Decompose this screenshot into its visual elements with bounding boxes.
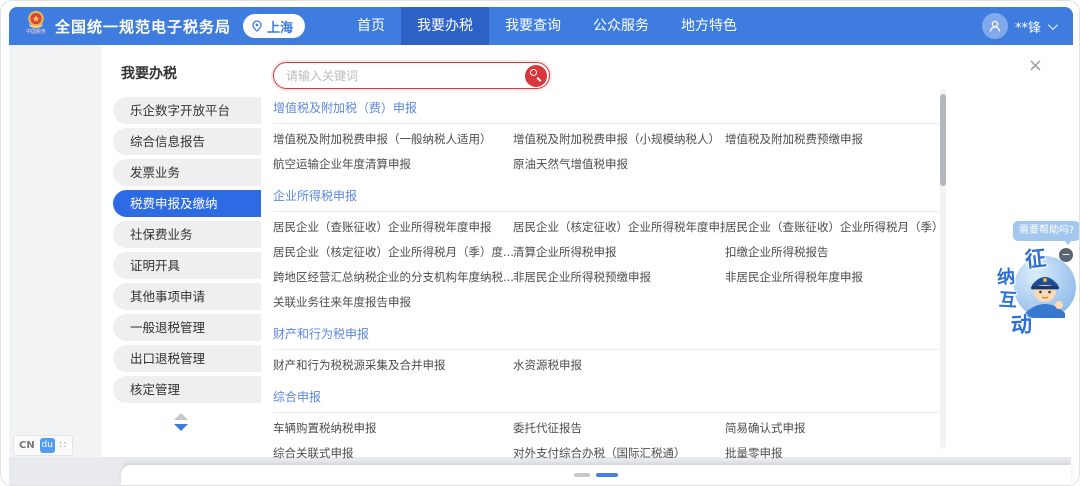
menu-item-link[interactable]: 简易确认式申报 (725, 416, 939, 441)
ime-language-label[interactable]: CN (19, 440, 35, 451)
section-items: 财产和行为税税源采集及合并申报水资源税申报 (273, 350, 939, 378)
scrollbar-thumb[interactable] (940, 94, 946, 186)
menu-item-link[interactable]: 居民企业（核定征收）企业所得税年度申报 (513, 215, 725, 240)
logo-subtext: 中国税务 (26, 27, 46, 35)
top-header: 中国税务 全国统一规范电子税务局 上海 首页 我要办税 我要查询 公众服务 地方… (9, 7, 1073, 45)
assistant-widget: 需要帮助吗? − 征 纳 互 动 (989, 219, 1080, 335)
menu-item-link[interactable]: 车辆购置税纳税申报 (273, 416, 513, 441)
user-name: **锋 (1015, 17, 1041, 36)
search-icon-handle (536, 77, 541, 82)
location-label: 上海 (267, 17, 293, 36)
menu-item-link[interactable]: 航空运输企业年度清算申报 (273, 152, 513, 177)
menu-item-link[interactable]: 财产和行为税税源采集及合并申报 (273, 353, 513, 378)
sidebar-menu: 乐企数字开放平台 综合信息报告 发票业务 税费申报及缴纳 社保费业务 证明开具 … (101, 97, 261, 403)
menu-item-link[interactable]: 原油天然气增值税申报 (513, 152, 725, 177)
app-window: 中国税务 全国统一规范电子税务局 上海 首页 我要办税 我要查询 公众服务 地方… (0, 0, 1080, 486)
section-items: 增值税及附加税费申报（一般纳税人适用）增值税及附加税费申报（小规模纳税人）增值税… (273, 124, 939, 177)
menu-item-link[interactable]: 增值税及附加税费预缴申报 (725, 127, 939, 152)
sidebar-pager (101, 413, 261, 431)
menu-item-link[interactable]: 非居民企业所得税预缴申报 (513, 265, 725, 290)
sidebar-item[interactable]: 社保费业务 (113, 221, 261, 248)
section-title: 企业所得税申报 (273, 189, 939, 212)
nav-item[interactable]: 首页 (341, 7, 401, 45)
section-items: 车辆购置税纳税申报委托代征报告简易确认式申报综合关联式申报对外支付综合办税（国际… (273, 413, 939, 466)
location-selector[interactable]: 上海 (243, 14, 305, 38)
section-vat: 增值税及附加税（费）申报 增值税及附加税费申报（一般纳税人适用）增值税及附加税费… (273, 101, 939, 177)
assistant-char: 征 (1023, 242, 1047, 274)
menu-item-link[interactable]: 非居民企业所得税年度申报 (725, 265, 939, 290)
main-nav: 首页 我要办税 我要查询 公众服务 地方特色 (341, 7, 753, 45)
sidebar-heading: 我要办税 (121, 63, 261, 83)
menu-item-link[interactable]: 水资源税申报 (513, 353, 725, 378)
app-title: 全国统一规范电子税务局 (55, 16, 231, 37)
user-menu[interactable]: **锋 (982, 13, 1055, 39)
section-title: 综合申报 (273, 390, 939, 413)
sidebar-item[interactable]: 综合信息报告 (113, 128, 261, 155)
close-icon[interactable]: × (1028, 57, 1043, 75)
assistant-bubble[interactable]: 需要帮助吗? (1013, 221, 1080, 241)
search-button[interactable] (525, 65, 547, 87)
menu-item-link[interactable]: 居民企业（查账征收）企业所得税月（季）度... (725, 215, 939, 240)
menu-item-link[interactable]: 综合关联式申报 (273, 441, 513, 466)
sidebar-item[interactable]: 发票业务 (113, 159, 261, 186)
mega-menu-panel: × 增值税及附加税（费）申报 增值税及附加税费申报（一般纳税人适用）增值税及附加… (261, 45, 1071, 457)
menu-item-link[interactable]: 居民企业（核定征收）企业所得税月（季）度... (273, 240, 513, 265)
menu-item-link[interactable]: 居民企业（查账征收）企业所得税年度申报 (273, 215, 513, 240)
section-title: 增值税及附加税（费）申报 (273, 101, 939, 124)
ime-brand-badge[interactable]: du (40, 438, 55, 453)
location-pin-icon (251, 20, 263, 32)
menu-item-link[interactable]: 关联业务往来年度报告申报 (273, 290, 513, 315)
sidebar-item[interactable]: 出口退税管理 (113, 345, 261, 372)
tax-emblem-logo: 中国税务 (23, 10, 49, 42)
menu-item-link[interactable]: 扣缴企业所得税报告 (725, 240, 939, 265)
search-icon (530, 69, 537, 76)
sidebar-item[interactable]: 一般退税管理 (113, 314, 261, 341)
menu-item-link[interactable]: 增值税及附加税费申报（一般纳税人适用） (273, 127, 513, 152)
section-items: 居民企业（查账征收）企业所得税年度申报居民企业（核定征收）企业所得税年度申报居民… (273, 212, 939, 315)
user-avatar (982, 13, 1008, 39)
sidebar-item[interactable]: 核定管理 (113, 376, 261, 403)
page-down-icon[interactable] (174, 424, 188, 431)
menu-item-link[interactable]: 清算企业所得税申报 (513, 240, 725, 265)
menu-item-link[interactable]: 委托代征报告 (513, 416, 725, 441)
nav-item[interactable]: 公众服务 (577, 7, 665, 45)
nav-item[interactable]: 我要查询 (489, 7, 577, 45)
nav-item[interactable]: 地方特色 (665, 7, 753, 45)
section-title: 财产和行为税申报 (273, 327, 939, 350)
search-box (273, 62, 550, 89)
chevron-down-icon (1048, 20, 1058, 30)
section-comprehensive: 综合申报 车辆购置税纳税申报委托代征报告简易确认式申报综合关联式申报对外支付综合… (273, 390, 939, 466)
sidebar-item[interactable]: 其他事项申请 (113, 283, 261, 310)
left-gutter (9, 45, 101, 457)
menu-item-link[interactable]: 对外支付综合办税（国际汇税通） (513, 441, 725, 466)
sidebar-item[interactable]: 税费申报及缴纳 (113, 190, 261, 217)
menu-sections: 增值税及附加税（费）申报 增值税及附加税费申报（一般纳税人适用）增值税及附加税费… (273, 95, 939, 478)
sidebar-item[interactable]: 乐企数字开放平台 (113, 97, 261, 124)
section-corporate-income-tax: 企业所得税申报 居民企业（查账征收）企业所得税年度申报居民企业（核定征收）企业所… (273, 189, 939, 315)
search-input[interactable] (274, 69, 525, 83)
scrollbar-track[interactable] (940, 89, 946, 449)
ime-tools-icon[interactable]: ∷ (60, 440, 67, 451)
ime-toolbar: CN du ∷ (13, 435, 73, 456)
page-up-icon[interactable] (174, 413, 188, 420)
sidebar-item[interactable]: 证明开具 (113, 252, 261, 279)
section-property-behavior-tax: 财产和行为税申报 财产和行为税税源采集及合并申报水资源税申报 (273, 327, 939, 378)
user-icon (988, 19, 1002, 33)
nav-item[interactable]: 我要办税 (401, 7, 489, 45)
assistant-char: 动 (1010, 308, 1033, 339)
sidebar: 我要办税 乐企数字开放平台 综合信息报告 发票业务 税费申报及缴纳 社保费业务 … (101, 45, 261, 457)
menu-item-link[interactable]: 跨地区经营汇总纳税企业的分支机构年度纳税... (273, 265, 513, 290)
menu-item-link[interactable]: 批量零申报 (725, 441, 939, 466)
menu-item-link[interactable]: 增值税及附加税费申报（小规模纳税人） (513, 127, 725, 152)
